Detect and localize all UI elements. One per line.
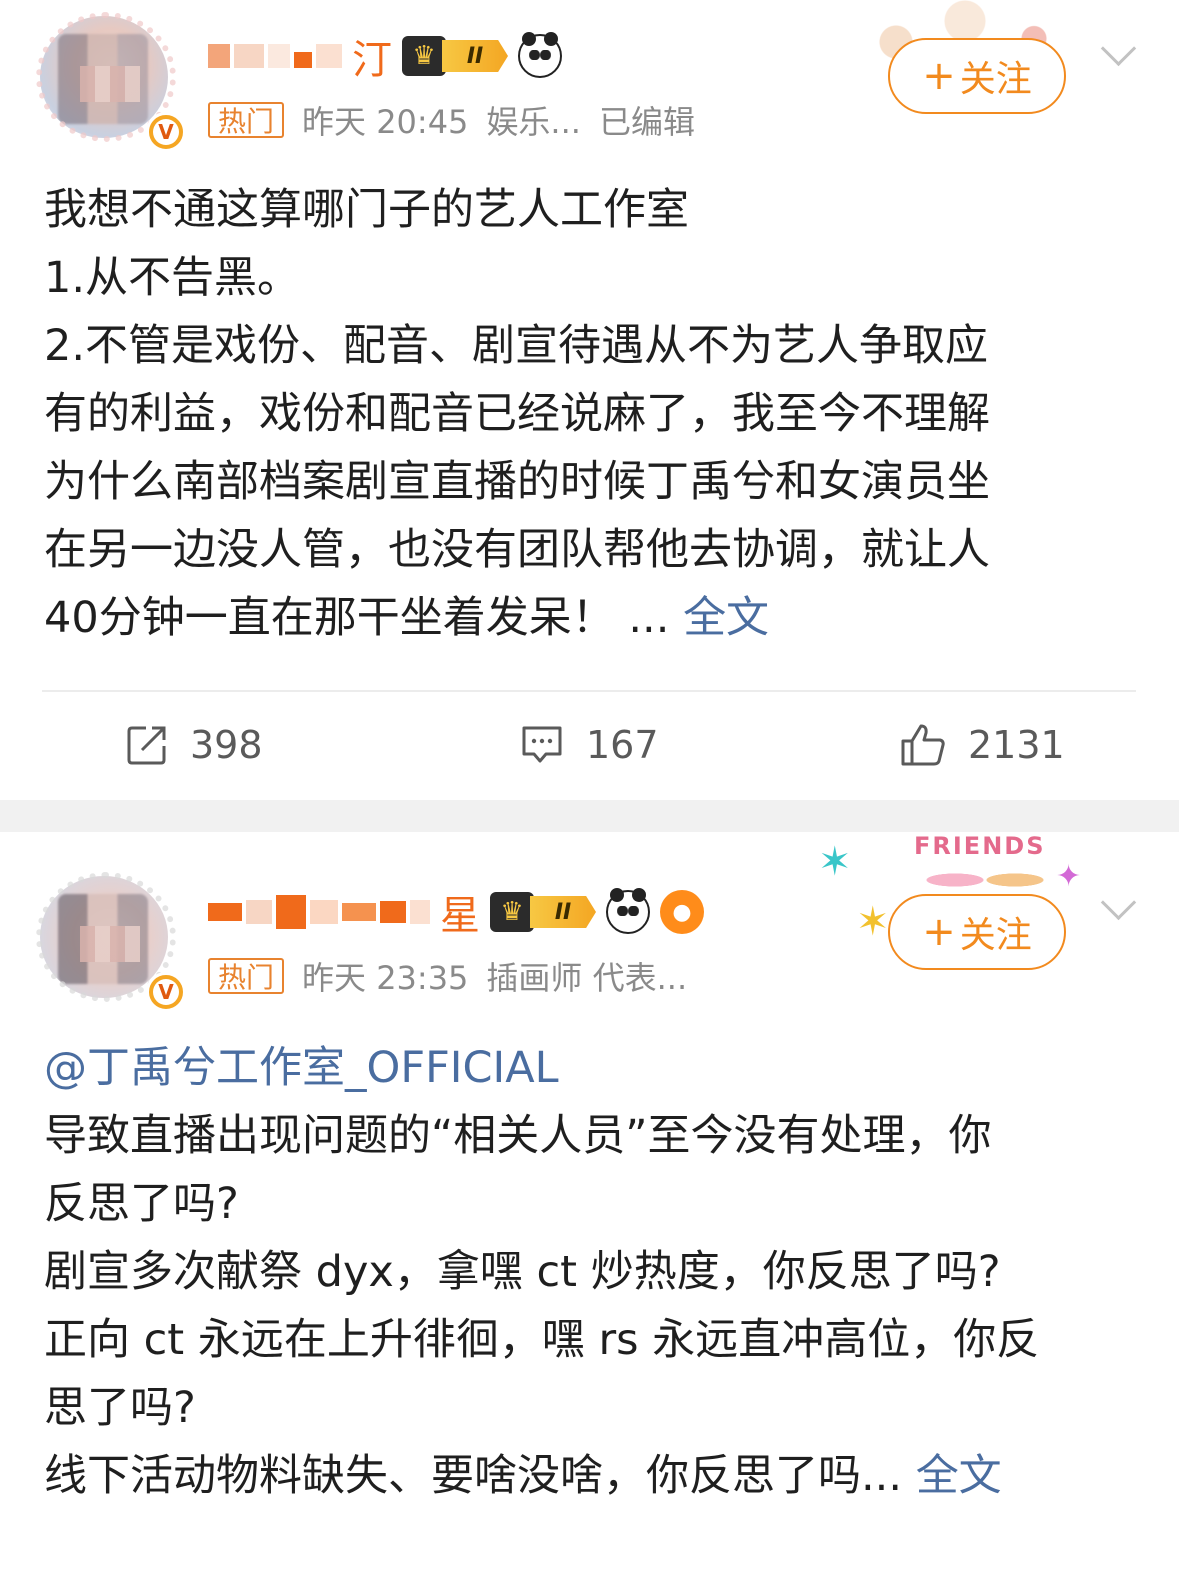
content-line-text: 线下活动物料缺失、要啥没啥，你反思了吗... [44, 1451, 903, 1501]
star-icon: ✶ [856, 899, 890, 945]
content-line-last: 40分钟一直在那干坐着发呆！ ... 全文 [44, 584, 1144, 652]
username-pixelated [208, 895, 430, 929]
edited-label: 已编辑 [598, 103, 695, 141]
content-line: 有的利益，戏份和配音已经说麻了，我至今不理解 [44, 389, 990, 439]
vip-level: II [442, 40, 508, 72]
like-button[interactable]: 2131 [900, 715, 1065, 775]
avatar[interactable]: V [36, 872, 186, 1012]
vip-badge[interactable]: ♛ II [490, 892, 596, 932]
vip-level: II [530, 896, 596, 928]
username-text: 星 [440, 893, 480, 939]
follow-button[interactable]: + 关注 [888, 38, 1066, 114]
mention-line: @丁禹兮工作室_OFFICIAL [44, 1034, 1144, 1102]
post-time: 昨天 23:35 [302, 959, 469, 997]
avatar[interactable]: V [36, 12, 186, 152]
full-text-link[interactable]: 全文 [916, 1451, 1002, 1501]
repost-count: 398 [190, 723, 263, 767]
panda-icon [518, 32, 562, 78]
content-line: 导致直播出现问题的“相关人员”至今没有处理，你 [44, 1111, 992, 1161]
star-icon: ✶ [818, 839, 852, 885]
follow-label: 关注 [959, 915, 1032, 956]
follow-label: 关注 [959, 59, 1032, 100]
hot-tag: 热门 [208, 102, 285, 138]
content-line: 思了吗? [44, 1383, 196, 1433]
post-category: 插画师 代表... [486, 959, 688, 997]
post-meta: 热门 昨天 20:45 娱乐... 已编辑 [208, 98, 695, 142]
crown-icon: ♛ [490, 892, 534, 932]
friends-sticker: FRIENDS [900, 832, 1080, 902]
verified-badge-icon: V [146, 112, 186, 152]
sparkle-icon: ✦ [1056, 859, 1082, 894]
mention-link[interactable]: @丁禹兮工作室_OFFICIAL [44, 1043, 559, 1093]
comment-button[interactable]: 167 [520, 715, 659, 775]
post-card-2: FRIENDS ✶ ✶ ✦ V 星 ♛ II ● 热门 昨天 23:35 插画师… [0, 832, 1179, 1571]
like-count: 2131 [968, 723, 1065, 767]
post-content: 我想不通这算哪门子的艺人工作室 1.从不告黑。 2.不管是戏份、配音、剧宣待遇从… [44, 176, 1144, 652]
username-text: 汀 [352, 37, 392, 83]
username-row[interactable]: 汀 ♛ II [208, 26, 562, 86]
content-line: 反思了吗? [44, 1179, 239, 1229]
content-line: 我想不通这算哪门子的艺人工作室 [44, 185, 689, 235]
content-line: 在另一边没人管，也没有团队帮他去协调，就让人 [44, 525, 990, 575]
pufferfish-icon: ● [660, 890, 704, 934]
repost-button[interactable]: 398 [126, 715, 263, 775]
verified-badge-icon: V [146, 972, 186, 1012]
follow-button[interactable]: + 关注 [888, 894, 1066, 970]
post-time: 昨天 20:45 [302, 103, 469, 141]
post-card-1: V 汀 ♛ II 热门 昨天 20:45 娱乐... 已编辑 + 关注 我想不通… [0, 0, 1179, 800]
post-content: @丁禹兮工作室_OFFICIAL 导致直播出现问题的“相关人员”至今没有处理，你… [44, 1034, 1144, 1510]
plus-icon: + [922, 909, 956, 955]
content-line: 2.不管是戏份、配音、剧宣待遇从不为艺人争取应 [44, 321, 989, 371]
username-row[interactable]: 星 ♛ II ● [208, 882, 704, 942]
vip-badge[interactable]: ♛ II [402, 36, 508, 76]
thumbs-up-icon [901, 724, 945, 766]
action-bar: 398 167 2131 [0, 715, 1179, 775]
plus-icon: + [922, 53, 956, 99]
feed-separator [0, 800, 1179, 832]
content-line-last: 线下活动物料缺失、要啥没啥，你反思了吗... 全文 [44, 1442, 1144, 1510]
divider [42, 690, 1136, 692]
post-meta: 热门 昨天 23:35 插画师 代表... [208, 954, 687, 998]
full-text-link[interactable]: 全文 [683, 593, 769, 643]
content-line: 1.从不告黑。 [44, 253, 301, 303]
panda-icon [606, 888, 650, 934]
content-line: 剧宣多次献祭 dyx，拿嘿 ct 炒热度，你反思了吗? [44, 1247, 1001, 1297]
chevron-down-icon[interactable] [1100, 890, 1136, 926]
comment-count: 167 [586, 723, 659, 767]
content-line: 正向 ct 永远在上升徘徊，嘿 rs 永远直冲高位，你反 [44, 1315, 1040, 1365]
repost-icon [127, 726, 166, 765]
content-line-text: 40分钟一直在那干坐着发呆！ ... [44, 593, 670, 643]
post-category: 娱乐... [486, 103, 581, 141]
username-pixelated [208, 44, 342, 68]
crown-icon: ♛ [402, 36, 446, 76]
chevron-down-icon[interactable] [1100, 36, 1136, 72]
comment-icon [522, 726, 562, 763]
content-line: 为什么南部档案剧宣直播的时候丁禹兮和女演员坐 [44, 457, 990, 507]
hot-tag: 热门 [208, 958, 285, 994]
